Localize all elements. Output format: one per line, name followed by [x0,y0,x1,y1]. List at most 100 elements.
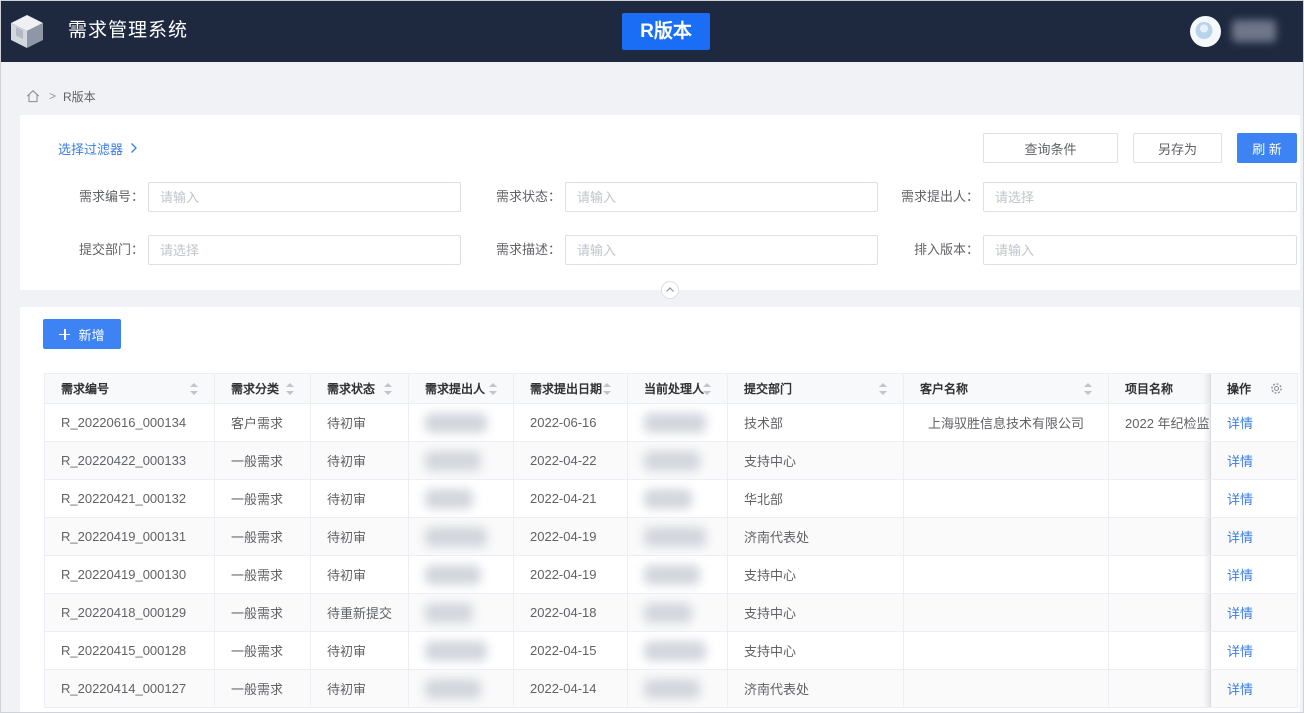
submit-date-cell: 2022-04-18 [513,593,628,632]
column-header-actions: 操作 [1202,373,1298,404]
status-cell: 待初审 [310,517,409,556]
detail-link[interactable]: 详情 [1227,606,1253,621]
blurred-name [425,412,487,433]
submitter-cell [408,403,514,442]
submit-date-cell: 2022-06-16 [513,403,628,442]
target-version-input[interactable] [983,235,1297,265]
blurred-name [644,602,692,623]
current-handler-cell [627,441,728,480]
current-handler-cell [627,669,728,708]
chevron-up-icon[interactable] [661,281,679,299]
project-name-cell [1108,441,1211,480]
detail-link[interactable]: 详情 [1227,644,1253,659]
detail-link[interactable]: 详情 [1227,492,1253,507]
detail-link[interactable]: 详情 [1227,416,1253,431]
blurred-name [644,526,706,547]
requirement-id-cell: R_20220414_000127 [44,669,215,708]
column-header-label: 需求分类 [231,382,280,396]
sort-icon[interactable] [489,382,497,395]
sort-icon[interactable] [190,382,198,395]
user-avatar-icon[interactable] [1190,16,1221,47]
column-header-label: 需求提出日期 [530,382,603,396]
requirement-id-input[interactable] [148,182,461,212]
table-row: R_20220616_000134 客户需求 待初审 2022-06-16 技术部 上海驭… [44,403,1298,442]
category-cell: 一般需求 [214,593,311,632]
add-requirement-button[interactable]: 新增 [43,319,121,349]
sort-icon[interactable] [1084,382,1092,395]
actions-cell: 详情 [1202,669,1298,708]
home-icon[interactable] [26,89,40,103]
column-header-label: 提交部门 [744,382,793,396]
sort-icon[interactable] [879,382,887,395]
department-cell: 技术部 [727,403,904,442]
column-header-status[interactable]: 需求状态 [310,373,409,404]
submitter-cell [408,517,514,556]
column-header-current-handler[interactable]: 当前处理人 [627,373,728,404]
requirement-id-cell: R_20220419_000130 [44,555,215,594]
department-select[interactable] [148,235,461,265]
status-cell: 待初审 [310,555,409,594]
submit-date-cell: 2022-04-19 [513,555,628,594]
save-as-button[interactable]: 另存为 [1133,133,1222,163]
column-header-requirement-id[interactable]: 需求编号 [44,373,215,404]
blurred-name [425,526,487,547]
requirements-table-panel: 新增 需求编号 需求分类 需求状态 需求提出人 需求提出日期 当前处理人 提交部门 客户名称 项… [20,307,1300,713]
table-row: R_20220419_000131 一般需求 待初审 2022-04-19 济南代表处 详… [44,517,1298,556]
category-cell: 一般需求 [214,631,311,670]
sort-icon[interactable] [286,382,294,395]
column-header-label: 需求编号 [61,382,110,396]
status-cell: 待初审 [310,631,409,670]
breadcrumb-current: R版本 [63,89,96,104]
sort-icon[interactable] [384,382,392,395]
actions-cell: 详情 [1202,593,1298,632]
refresh-button[interactable]: 刷 新 [1237,133,1297,163]
blurred-name [644,640,706,661]
user-name-blurred[interactable] [1232,20,1276,42]
table-body: R_20220616_000134 客户需求 待初审 2022-06-16 技术部 上海驭… [44,403,1298,708]
blurred-name [425,488,473,509]
sort-icon[interactable] [703,382,711,395]
department-label: 提交部门： [78,242,144,257]
query-conditions-button[interactable]: 查询条件 [983,133,1118,163]
column-header-customer-name[interactable]: 客户名称 [903,373,1109,404]
current-handler-cell [627,555,728,594]
project-name-cell [1108,517,1211,556]
requirement-status-input[interactable] [565,182,878,212]
column-header-project-name: 项目名称 [1108,373,1211,404]
current-handler-cell [627,631,728,670]
submitter-cell [408,669,514,708]
department-cell: 济南代表处 [727,669,904,708]
column-header-submit-date[interactable]: 需求提出日期 [513,373,628,404]
detail-link[interactable]: 详情 [1227,454,1253,469]
description-label: 需求描述： [495,242,561,257]
submitter-select[interactable] [983,182,1297,212]
submitter-label: 需求提出人： [900,189,979,204]
requirement-id-label: 需求编号： [78,189,144,204]
column-header-submitter[interactable]: 需求提出人 [408,373,514,404]
column-header-label: 当前处理人 [644,382,705,396]
submitter-cell [408,479,514,518]
column-header-category[interactable]: 需求分类 [214,373,311,404]
blurred-name [644,564,700,585]
customer-name-cell [903,555,1109,594]
category-cell: 一般需求 [214,555,311,594]
select-filter-link[interactable]: 选择过滤器 [58,139,138,157]
actions-cell: 详情 [1202,479,1298,518]
column-header-department[interactable]: 提交部门 [727,373,904,404]
blurred-name [644,450,700,471]
version-button[interactable]: R版本 [622,13,710,50]
submitter-cell [408,593,514,632]
detail-link[interactable]: 详情 [1227,530,1253,545]
project-name-cell [1108,631,1211,670]
requirements-table: 需求编号 需求分类 需求状态 需求提出人 需求提出日期 当前处理人 提交部门 客户名称 项目名称… [44,373,1298,708]
sort-icon[interactable] [603,382,611,395]
description-input[interactable] [565,235,878,265]
detail-link[interactable]: 详情 [1227,682,1253,697]
gear-icon[interactable] [1270,382,1283,395]
project-name-cell [1108,555,1211,594]
select-filter-label: 选择过滤器 [58,141,124,157]
column-header-label: 客户名称 [920,382,969,396]
customer-name-cell [903,593,1109,632]
category-cell: 一般需求 [214,669,311,708]
detail-link[interactable]: 详情 [1227,568,1253,583]
